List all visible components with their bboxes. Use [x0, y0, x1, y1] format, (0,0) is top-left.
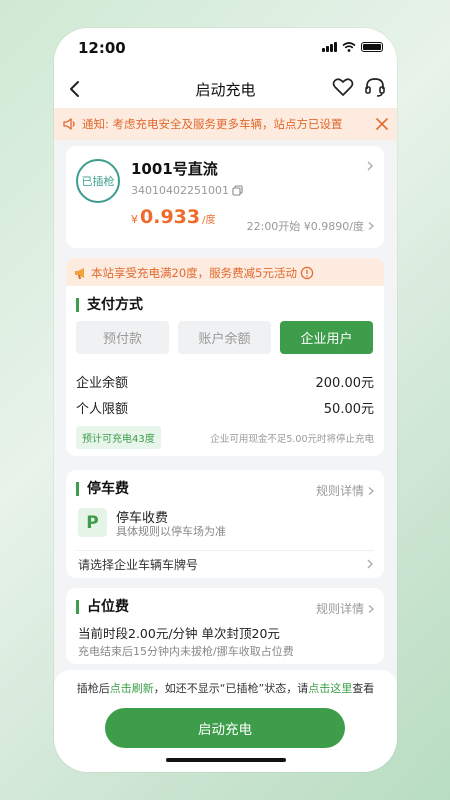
option-balance[interactable]: 账户余额 [178, 321, 271, 354]
occupancy-rate: 当前时段2.00元/分钟 单次封顶20元 [78, 626, 280, 641]
divider [76, 550, 374, 551]
hint-text: ，如还不显示“已插枪”状态，请 [153, 682, 309, 695]
promo-text: 本站享受充电满20度，服务费减5元活动 [91, 266, 297, 280]
rules-label: 规则详情 [315, 484, 364, 498]
refresh-link[interactable]: 点击刷新 [110, 682, 154, 695]
signal-icon [322, 42, 337, 52]
next-price-text: 22:00开始 ¥0.9890/度 [246, 220, 364, 233]
speaker-icon [63, 118, 75, 130]
rules-label: 规则详情 [315, 602, 364, 616]
hint-text: 查看 [352, 682, 375, 695]
here-link[interactable]: 点击这里 [308, 682, 352, 695]
megaphone-icon [75, 268, 84, 279]
chevron-right-icon [368, 222, 374, 230]
estimate-badge: 预计可充电43度 [76, 426, 161, 449]
plate-select[interactable]: 请选择企业车辆车牌号 [78, 556, 198, 573]
copy-icon[interactable] [232, 185, 243, 196]
payment-title: 支付方式 [76, 298, 143, 312]
chevron-right-icon [368, 486, 374, 495]
price-currency: ¥ [131, 213, 138, 226]
payment-card: 支付方式 预付款 账户余额 企业用户 企业余额 200.00元 个人限额 50.… [66, 286, 384, 456]
personal-limit-row: 个人限额 50.00元 [76, 398, 374, 417]
row-label: 企业余额 [76, 376, 129, 391]
option-prepaid[interactable]: 预付款 [76, 321, 169, 354]
headset-icon[interactable] [363, 75, 387, 99]
status-time: 12:00 [78, 39, 126, 57]
promo-row: 本站享受充电满20度，服务费减5元活动 [66, 258, 384, 288]
status-icons [322, 42, 383, 52]
bottom-panel: 插枪后点击刷新，如还不显示“已插枪”状态，请点击这里查看 启动充电 [54, 670, 397, 772]
refresh-hint: 插枪后点击刷新，如还不显示“已插枪”状态，请点击这里查看 [54, 680, 397, 696]
next-period-price[interactable]: 22:00开始 ¥0.9890/度 [247, 218, 376, 234]
current-price: ¥ 0.933 /度 [131, 206, 215, 228]
parking-title: 停车费 [76, 482, 129, 496]
chevron-right-icon [368, 604, 374, 613]
parking-fee-sub: 具体规则以停车场为准 [116, 525, 226, 538]
occupancy-note: 充电结束后15分钟内未拔枪/挪车收取占位费 [78, 645, 294, 658]
stop-note: 企业可用现金不足5.00元时将停止充电 [210, 434, 374, 445]
enterprise-balance-row: 企业余额 200.00元 [76, 372, 374, 391]
notice-text: 通知: 考虑充电安全及服务更多车辆，站点方已设置 [82, 117, 343, 131]
occupancy-title: 占位费 [76, 600, 129, 614]
price-value: 0.933 [140, 206, 201, 228]
status-bar: 12:00 [54, 28, 397, 66]
wifi-icon [342, 42, 356, 52]
row-value: 50.00元 [323, 402, 374, 417]
occupancy-fee-card: 占位费 规则详情 当前时段2.00元/分钟 单次封顶20元 充电结束后15分钟内… [66, 588, 384, 664]
row-label: 个人限额 [76, 402, 129, 417]
plug-status-badge: 已插枪 [76, 159, 120, 203]
battery-icon [361, 42, 383, 52]
station-card[interactable]: 已插枪 1001号直流 34010402251001 ¥ 0.933 /度 22… [66, 146, 384, 248]
price-unit: /度 [202, 215, 216, 226]
payment-options: 预付款 账户余额 企业用户 [76, 321, 373, 354]
hint-text: 插枪后 [76, 682, 110, 695]
charger-code-text: 34010402251001 [131, 184, 229, 197]
option-enterprise[interactable]: 企业用户 [280, 321, 373, 354]
home-indicator [166, 758, 286, 762]
parking-rules-link[interactable]: 规则详情 [316, 482, 376, 499]
start-charging-button[interactable]: 启动充电 [105, 708, 345, 748]
parking-card: 停车费 规则详情 P 停车收费 具体规则以停车场为准 请选择企业车辆车牌号 [66, 470, 384, 578]
nav-bar: 启动充电 [54, 66, 397, 112]
charger-name: 1001号直流 [131, 160, 218, 178]
heart-icon[interactable] [331, 75, 355, 99]
notice-banner: 通知: 考虑充电安全及服务更多车辆，站点方已设置 [54, 108, 397, 140]
close-icon[interactable] [375, 117, 389, 131]
chevron-right-icon[interactable] [364, 558, 376, 570]
parking-p-icon: P [78, 508, 107, 537]
chevron-right-icon [367, 161, 373, 171]
phone-screen: 12:00 启动充电 通知: 考虑充电安全及服务更多车辆，站点方已设置 已插枪 … [54, 28, 397, 772]
promo-banner: 本站享受充电满20度，服务费减5元活动 [66, 258, 384, 288]
occupancy-rules-link[interactable]: 规则详情 [316, 600, 376, 617]
row-value: 200.00元 [315, 376, 375, 391]
charger-code: 34010402251001 [131, 184, 243, 197]
info-icon[interactable] [300, 266, 314, 280]
